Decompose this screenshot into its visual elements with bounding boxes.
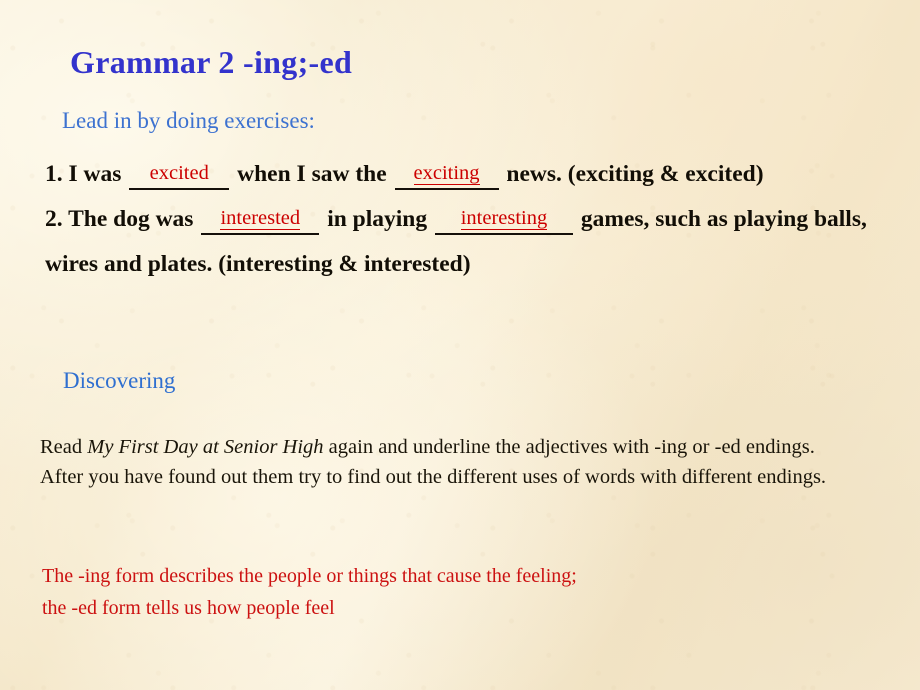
book-title: My First Day at Senior High — [87, 436, 324, 458]
exercise-item-1: 1. I was excited when I saw the exciting… — [45, 152, 890, 197]
exercise-2-text-a: The dog was — [68, 206, 194, 232]
rule-note-line-1: The -ing form describes the people or th… — [42, 565, 577, 587]
page-title: Grammar 2 -ing;-ed — [70, 44, 353, 80]
exercise-2-answer-1: interested — [220, 207, 301, 230]
exercise-1-answer-2: exciting — [413, 162, 480, 185]
exercise-2-blank-1[interactable]: interested — [201, 207, 320, 235]
exercise-1-text-b: when I saw the — [237, 161, 387, 187]
exercise-1-answer-1: excited — [149, 162, 209, 184]
exercise-2-blank-2[interactable]: interesting — [435, 207, 573, 235]
reading-instruction: Read My First Day at Senior High again a… — [40, 432, 830, 492]
exercise-list: 1. I was excited when I saw the exciting… — [45, 152, 890, 287]
slide-canvas: Grammar 2 -ing;-ed Lead in by doing exer… — [0, 0, 920, 690]
rule-note-line-2: the -ed form tells us how people feel — [42, 597, 335, 619]
exercise-item-2: 2. The dog was interested in playing int… — [45, 197, 890, 287]
instruction-text-before: Read — [40, 436, 83, 458]
exercise-1-text-a: I was — [68, 161, 122, 187]
lead-in-heading: Lead in by doing exercises: — [62, 108, 315, 133]
exercise-1-text-c: news. (exciting & excited) — [506, 161, 764, 187]
discovering-heading: Discovering — [63, 368, 176, 393]
grammar-rule-note: The -ing form describes the people or th… — [42, 560, 862, 624]
exercise-2-answer-2: interesting — [460, 207, 548, 230]
exercise-2-text-b: in playing — [327, 206, 428, 232]
exercise-1-number: 1. — [45, 161, 63, 187]
exercise-1-blank-2[interactable]: exciting — [394, 162, 499, 190]
exercise-1-blank-1[interactable]: excited — [129, 162, 230, 190]
exercise-2-number: 2. — [45, 206, 63, 232]
